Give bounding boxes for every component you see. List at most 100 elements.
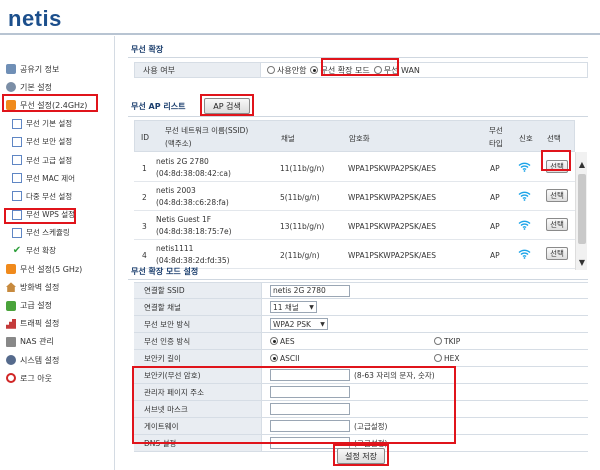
usage-option-extend[interactable]: 무선 확장 모드 bbox=[310, 65, 370, 76]
radio-extend[interactable] bbox=[310, 66, 319, 74]
sidebar-item-7[interactable]: 다중 무선 설정 bbox=[0, 187, 115, 205]
channel-select[interactable]: 11 채널 ▼ bbox=[270, 301, 317, 313]
system-icon bbox=[6, 355, 16, 366]
usage-option-wan[interactable]: 무선 WAN bbox=[373, 65, 420, 76]
cell-type: AP bbox=[490, 164, 500, 173]
table-row: 3 Netis Guest 1F (04:8d:38:18:75:7e) 13(11b… bbox=[134, 211, 575, 240]
cell-security: WPA1PSKWPA2PSK/AES bbox=[348, 251, 437, 260]
sidebar-item-label: 기본 설정 bbox=[20, 82, 52, 92]
ap-scan-button[interactable]: AP 검색 bbox=[204, 98, 250, 114]
sidebar-item-3[interactable]: 무선 기본 설정 bbox=[0, 115, 115, 133]
aplist-scrollbar[interactable]: ▲ ▼ bbox=[575, 152, 587, 270]
gateway-input[interactable] bbox=[270, 420, 350, 432]
auth-option-aes[interactable]: AES bbox=[270, 337, 295, 346]
extend-section-divider bbox=[128, 57, 588, 58]
cell-ssid: netis 2G 2780 bbox=[156, 157, 209, 166]
key-row: 보안키(무선 암호) (8-63 자리의 문자, 숫자) bbox=[134, 367, 588, 384]
col-select: 선택 bbox=[547, 134, 561, 143]
gateway-hint: (고급설정) bbox=[354, 421, 388, 431]
netis-logo: netis bbox=[8, 6, 62, 31]
select-ap-button[interactable]: 선택 bbox=[546, 189, 568, 202]
sidebar-item-0[interactable]: 공유기 정보 bbox=[0, 60, 115, 78]
firewall-icon bbox=[6, 282, 16, 293]
table-row: 1 netis 2G 2780 (04:8d:38:08:42:ca) 11(11b/… bbox=[134, 153, 575, 182]
admin-row: 관리자 페이지 주소 bbox=[134, 384, 588, 401]
cell-ssid: netis 2003 bbox=[156, 186, 196, 195]
scroll-down-icon[interactable]: ▼ bbox=[576, 258, 588, 267]
chevron-down-icon: ▼ bbox=[309, 303, 314, 311]
sidebar-item-label: 고급 설정 bbox=[20, 301, 52, 311]
radio-hex[interactable] bbox=[434, 354, 442, 362]
sidebar-item-17[interactable]: 로그 아웃 bbox=[0, 369, 115, 387]
ssid-row: 연결할 SSID netis 2G 2780 bbox=[134, 282, 588, 299]
gateway-row: 게이트웨이 (고급설정) bbox=[134, 418, 588, 435]
puzzle-icon bbox=[6, 300, 16, 311]
usage-option-disabled[interactable]: 사용안함 bbox=[267, 65, 306, 76]
cell-mac: (04:8d:38:2d:fd:35) bbox=[156, 256, 230, 265]
sidebar-item-label: NAS 관리 bbox=[20, 337, 54, 347]
usage-row: 사용 여부 사용안함 무선 확장 모드 무선 WAN bbox=[134, 62, 588, 78]
select-ap-button[interactable]: 선택 bbox=[546, 218, 568, 231]
extend-section-title: 무선 확장 bbox=[131, 45, 164, 54]
radio-ascii[interactable] bbox=[270, 354, 278, 362]
document-icon bbox=[12, 191, 22, 202]
sidebar-item-11[interactable]: 무선 설정(5 GHz) bbox=[0, 260, 115, 278]
auth-label: 무선 인증 방식 bbox=[134, 333, 262, 349]
auth-option-tkip[interactable]: TKIP bbox=[434, 337, 460, 346]
key-input[interactable] bbox=[270, 369, 350, 381]
cell-security: WPA1PSKWPA2PSK/AES bbox=[348, 222, 437, 231]
sidebar-item-8[interactable]: 무선 WPS 설정 bbox=[0, 206, 115, 224]
sidebar-item-2[interactable]: 무선 설정(2.4GHz) bbox=[0, 96, 115, 114]
scroll-thumb[interactable] bbox=[578, 174, 586, 244]
sidebar-item-4[interactable]: 무선 보안 설정 bbox=[0, 133, 115, 151]
sidebar-item-16[interactable]: 시스템 설정 bbox=[0, 351, 115, 369]
dns-hint: (고급설정) bbox=[354, 438, 388, 448]
sidebar-item-1[interactable]: 기본 설정 bbox=[0, 78, 115, 96]
keylen-option-hex[interactable]: HEX bbox=[434, 354, 460, 363]
sidebar-item-9[interactable]: 무선 스케쥴링 bbox=[0, 224, 115, 242]
subnet-input[interactable] bbox=[270, 403, 350, 415]
table-row: 2 netis 2003 (04:8d:38:c6:28:fa) 5(11b/g/n)… bbox=[134, 182, 575, 211]
document-icon bbox=[12, 173, 22, 184]
admin-input[interactable] bbox=[270, 386, 350, 398]
radio-wan[interactable] bbox=[373, 66, 382, 74]
sidebar-item-5[interactable]: 무선 고급 설정 bbox=[0, 151, 115, 169]
sidebar-item-15[interactable]: NAS 관리 bbox=[0, 333, 115, 351]
sidebar-item-10[interactable]: ✔ 무선 확장 bbox=[0, 242, 115, 260]
cell-channel: 5(11b/g/n) bbox=[280, 193, 320, 202]
document-icon bbox=[12, 118, 22, 129]
col-ssid: 무선 네트워크 이름(SSID) bbox=[165, 126, 249, 135]
sidebar: 공유기 정보기본 설정무선 설정(2.4GHz) 무선 기본 설정 무선 보안 설정… bbox=[0, 36, 115, 470]
sidebar-item-14[interactable]: 트래픽 설정 bbox=[0, 315, 115, 333]
radio-aes[interactable] bbox=[270, 337, 278, 345]
ssid-label: 연결할 SSID bbox=[134, 283, 262, 298]
keylen-label: 보안키 길이 bbox=[134, 350, 262, 366]
save-settings-button[interactable]: 설정 저장 bbox=[337, 448, 385, 464]
radio-tkip[interactable] bbox=[434, 337, 442, 345]
select-ap-button[interactable]: 선택 bbox=[546, 160, 568, 173]
sidebar-item-13[interactable]: 고급 설정 bbox=[0, 296, 115, 314]
cell-ssid: netis1111 bbox=[156, 244, 194, 253]
sidebar-item-label: 무선 스케쥴링 bbox=[26, 228, 70, 238]
settings-icon bbox=[6, 82, 16, 93]
power-icon bbox=[6, 373, 16, 384]
chart-icon bbox=[6, 318, 16, 329]
sidebar-item-label: 로그 아웃 bbox=[20, 373, 52, 383]
wifi-signal-icon bbox=[518, 249, 531, 259]
keylen-option-ascii[interactable]: ASCII bbox=[270, 354, 300, 363]
mode-section-title: 무선 확장 모드 설정 bbox=[131, 267, 199, 276]
dns-label: DNS 설정 bbox=[134, 435, 262, 451]
security-select[interactable]: WPA2 PSK ▼ bbox=[270, 318, 328, 330]
sidebar-item-12[interactable]: 방화벽 설정 bbox=[0, 278, 115, 296]
cell-security: WPA1PSKWPA2PSK/AES bbox=[348, 164, 437, 173]
sidebar-nav: 공유기 정보기본 설정무선 설정(2.4GHz) 무선 기본 설정 무선 보안 설정… bbox=[0, 60, 115, 387]
scroll-up-icon[interactable]: ▲ bbox=[576, 160, 588, 169]
sidebar-item-label: 무선 확장 bbox=[26, 246, 56, 256]
keylen-row: 보안키 길이 ASCII HEX bbox=[134, 350, 588, 367]
ssid-input[interactable]: netis 2G 2780 bbox=[270, 284, 350, 297]
select-ap-button[interactable]: 선택 bbox=[546, 247, 568, 260]
col-signal: 신호 bbox=[519, 134, 533, 143]
radio-disabled[interactable] bbox=[267, 66, 275, 74]
header-divider bbox=[0, 33, 600, 35]
sidebar-item-6[interactable]: 무선 MAC 제어 bbox=[0, 169, 115, 187]
